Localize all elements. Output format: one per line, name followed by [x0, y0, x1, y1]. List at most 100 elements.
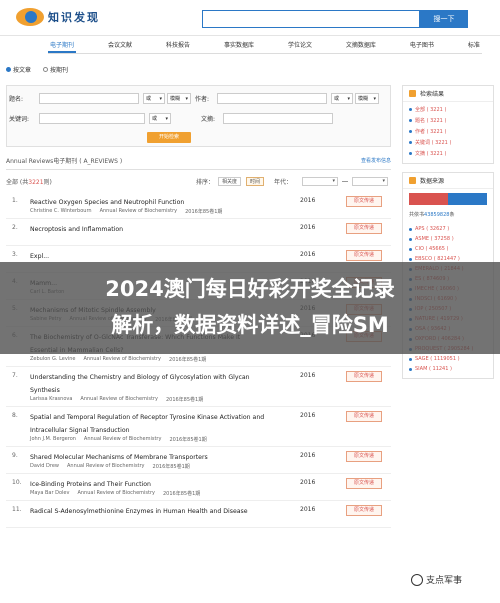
- tab-factual-db[interactable]: 事实数据库: [222, 40, 256, 53]
- watermark: 支点军事: [408, 572, 466, 587]
- result-issue: 2016年85卷1期: [169, 437, 207, 443]
- result-year: 2016: [300, 506, 316, 513]
- source-item[interactable]: SIAM ( 11241 ): [403, 364, 493, 374]
- result-meta: David Drew Annual Review of Biochemistry 2…: [30, 463, 190, 470]
- folder-icon: [409, 90, 416, 97]
- results-panel: Annual Reviews电子期刊 ( A_REVIEWS ) 查看发布信息 …: [6, 152, 391, 603]
- author-input[interactable]: [217, 93, 327, 104]
- result-journal[interactable]: Annual Review of Biochemistry: [77, 490, 155, 497]
- source-item[interactable]: SAGE ( 1119051 ): [403, 354, 493, 364]
- author-label: 作者:: [195, 96, 210, 103]
- result-author[interactable]: David Drew: [30, 463, 59, 470]
- logic-select-3[interactable]: 或 ▾: [149, 113, 171, 124]
- result-title[interactable]: Understanding the Chemistry and Biology …: [30, 371, 265, 397]
- database-icon: [409, 177, 416, 184]
- result-journal[interactable]: Annual Review of Biochemistry: [67, 463, 145, 470]
- logic-select-1[interactable]: 或 ▾: [143, 93, 165, 104]
- result-author[interactable]: Zebulon G. Levine: [30, 356, 75, 363]
- result-item: 7. Understanding the Chemistry and Biolog…: [6, 367, 391, 407]
- document-delivery-button[interactable]: 原文传递: [346, 505, 382, 516]
- result-year: 2016: [300, 197, 316, 204]
- tab-standards[interactable]: 标准: [466, 40, 482, 53]
- year-filter-label: 年代：: [274, 178, 293, 186]
- radio-icon: [43, 67, 49, 72]
- result-title[interactable]: Spatial and Temporal Regulation of Recep…: [30, 411, 265, 437]
- result-year: 2016: [300, 479, 316, 486]
- overlay-banner: 2024澳门每日好彩开奖全记录 解析，数据资料详述_冒险SM: [0, 262, 500, 354]
- mode-article[interactable]: 按文章: [6, 65, 31, 74]
- tab-ejournals[interactable]: 电子期刊: [48, 40, 77, 53]
- search-results-panel: 检索结果 全部 ( 3221 ) 题名 ( 3221 ) 作者 ( 3221 ) 关键…: [402, 85, 494, 164]
- result-journal[interactable]: Annual Review of Biochemistry: [84, 436, 162, 443]
- start-search-button[interactable]: 开始检索: [147, 132, 191, 143]
- year-to-select[interactable]: ▾: [352, 176, 388, 186]
- sort-label: 排序：: [196, 178, 215, 186]
- result-issue: 2016年85卷1期: [163, 491, 201, 497]
- source-item[interactable]: CIO ( 45665 ): [403, 244, 493, 254]
- logic-select-2[interactable]: 或 ▾: [331, 93, 353, 104]
- document-delivery-button[interactable]: 原文传递: [346, 451, 382, 462]
- results-toolbar: 全部 (共3221则) 排序： 相关度 时间 年代： ▾ ▾: [6, 170, 391, 192]
- sort-relevance-button[interactable]: 相关度: [218, 176, 242, 186]
- document-delivery-button[interactable]: 原文传递: [346, 371, 382, 382]
- document-delivery-button[interactable]: 原文传递: [346, 250, 382, 261]
- view-publish-info-link[interactable]: 查看发布信息: [361, 157, 391, 164]
- result-year: 2016: [300, 412, 316, 419]
- tab-ebooks[interactable]: 电子图书: [408, 40, 436, 53]
- results-list: 1. Reactive Oxygen Species and Neutrophil…: [6, 192, 391, 528]
- results-source-title: Annual Reviews电子期刊 ( A_REVIEWS ): [6, 158, 123, 165]
- tab-abstract-db[interactable]: 文摘数据库: [344, 40, 378, 53]
- source-item[interactable]: APS ( 32627 ): [403, 224, 493, 234]
- result-meta: John J.M. Bergeron Annual Review of Bioch…: [30, 436, 207, 443]
- result-journal[interactable]: Annual Review of Biochemistry: [83, 356, 161, 363]
- result-title[interactable]: Radical S-Adenosylmethionine Enzymes in …: [30, 505, 265, 518]
- result-year: 2016: [300, 251, 316, 258]
- result-title[interactable]: Necroptosis and Inflammation: [30, 223, 265, 236]
- mode-journal[interactable]: 按期刊: [43, 65, 68, 74]
- title-input[interactable]: [39, 93, 139, 104]
- document-delivery-button[interactable]: 原文传递: [346, 411, 382, 422]
- category-tabs: 电子期刊 会议文献 科技报告 事实数据库 学位论文 文摘数据库 电子图书 标准: [48, 40, 482, 54]
- result-number: 7.: [12, 372, 18, 379]
- result-number: 3.: [12, 251, 18, 258]
- tab-reports[interactable]: 科技报告: [164, 40, 192, 53]
- source-banner: [409, 193, 487, 205]
- result-journal[interactable]: Annual Review of Biochemistry: [80, 396, 158, 403]
- result-number: 2.: [12, 224, 18, 231]
- result-author[interactable]: Christine C. Winterbourn: [30, 208, 92, 215]
- result-author[interactable]: John J.M. Bergeron: [30, 436, 76, 443]
- facet-item[interactable]: 全部 ( 3221 ): [403, 104, 493, 115]
- keyword-input[interactable]: [39, 113, 145, 124]
- result-issue: 2016年85卷1期: [169, 357, 207, 363]
- match-select-2[interactable]: 模糊 ▾: [355, 93, 379, 104]
- result-author[interactable]: Maya Bar Dolev: [30, 490, 69, 497]
- result-number: 1.: [12, 197, 18, 204]
- facet-item[interactable]: 关键词 ( 3221 ): [403, 137, 493, 148]
- title-label: 题名:: [9, 96, 24, 103]
- year-from-select[interactable]: ▾: [302, 176, 338, 186]
- result-item: 10. Ice-Binding Proteins and Their Functi…: [6, 474, 391, 501]
- radio-selected-icon: [6, 67, 11, 72]
- form-row-1: 题名: 或 ▾ 模糊 ▾ 作者: 或 ▾ 模糊 ▾: [9, 93, 379, 104]
- abstract-input[interactable]: [223, 113, 333, 124]
- source-item[interactable]: ASME ( 37258 ): [403, 234, 493, 244]
- search-input[interactable]: [202, 10, 420, 28]
- result-journal[interactable]: Annual Review of Biochemistry: [100, 208, 178, 215]
- sort-time-button[interactable]: 时间: [246, 176, 265, 186]
- result-meta: Zebulon G. Levine Annual Review of Bioche…: [30, 356, 206, 363]
- data-source-title: 数据来源: [420, 178, 445, 185]
- facet-item[interactable]: 文摘 ( 3221 ): [403, 148, 493, 159]
- result-item: 2. Necroptosis and Inflammation 2016 原文传递: [6, 219, 391, 246]
- match-select-1[interactable]: 模糊 ▾: [167, 93, 191, 104]
- tab-theses[interactable]: 学位论文: [286, 40, 314, 53]
- result-author[interactable]: Larissa Krasnova: [30, 396, 72, 403]
- document-delivery-button[interactable]: 原文传递: [346, 196, 382, 207]
- tab-conference[interactable]: 会议文献: [106, 40, 134, 53]
- facet-item[interactable]: 作者 ( 3221 ): [403, 126, 493, 137]
- document-delivery-button[interactable]: 原文传递: [346, 478, 382, 489]
- facet-item[interactable]: 题名 ( 3221 ): [403, 115, 493, 126]
- site-logo[interactable]: 知识发现: [16, 8, 100, 26]
- search-button[interactable]: 搜一下: [420, 10, 468, 28]
- result-item: 8. Spatial and Temporal Regulation of Rec…: [6, 407, 391, 447]
- document-delivery-button[interactable]: 原文传递: [346, 223, 382, 234]
